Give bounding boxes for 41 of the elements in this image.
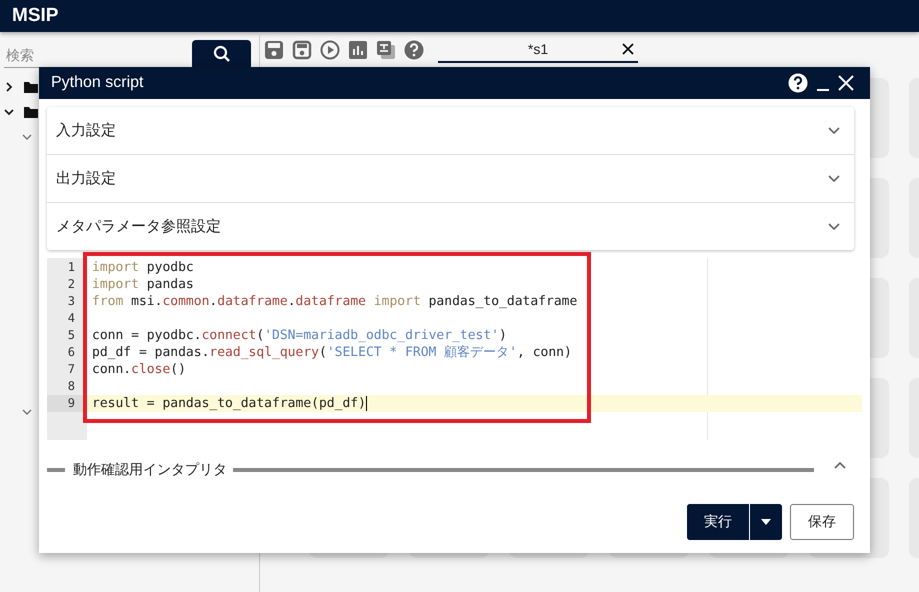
line-number: 3 <box>66 293 76 310</box>
section-title: 出力設定 <box>56 169 116 188</box>
chevron-down-icon[interactable] <box>4 106 14 116</box>
close-icon[interactable] <box>622 43 634 55</box>
search-icon <box>212 45 230 63</box>
chevron-up-icon[interactable] <box>834 461 846 469</box>
folder-icon <box>24 106 38 118</box>
chart-icon[interactable] <box>348 40 368 60</box>
code-line: import pandas <box>91 276 195 293</box>
caret-icon <box>761 519 771 525</box>
code-line: pd_df = pandas.read_sql_query('SELECT * FROM 顧客データ', conn) <box>91 344 573 361</box>
line-number: 8 <box>66 378 76 395</box>
line-number: 4 <box>66 310 76 327</box>
code-line: from msi.common.dataframe.dataframe import pandas_to_dataframe <box>91 293 578 310</box>
copy-icon[interactable] <box>376 40 396 60</box>
accordion-header[interactable]: 入力設定 <box>47 107 854 155</box>
play-icon[interactable] <box>320 40 340 60</box>
code-line: import pyodbc <box>91 259 195 276</box>
line-number: 6 <box>66 344 76 361</box>
section-title: メタパラメータ参照設定 <box>56 217 221 236</box>
line-number: 2 <box>66 276 76 293</box>
line-number: 5 <box>66 327 76 344</box>
folder-icon <box>24 80 38 92</box>
section-title: 入力設定 <box>56 121 116 140</box>
tab[interactable]: *s1 <box>438 37 638 63</box>
save-icon[interactable] <box>264 40 284 60</box>
dialog-title: Python script <box>51 74 144 92</box>
help-icon[interactable] <box>788 73 808 93</box>
accordion-header[interactable]: メタパラメータ参照設定 <box>47 203 854 250</box>
code-line: conn.close() <box>91 361 187 378</box>
run-button[interactable]: 実行 <box>687 504 750 540</box>
line-number: 1 <box>66 259 76 276</box>
line-number: 7 <box>66 361 76 378</box>
save-button[interactable]: 保存 <box>790 504 854 540</box>
search-button[interactable] <box>192 40 251 68</box>
save-as-icon[interactable] <box>292 40 312 60</box>
chevron-right-icon[interactable] <box>4 82 14 92</box>
interpreter-label: 動作確認用インタプリタ <box>72 461 228 479</box>
accordion-header[interactable]: 出力設定 <box>47 155 854 203</box>
app-title: MSIP <box>12 5 58 27</box>
code-line: conn = pyodbc.connect('DSN=mariadb_odbc_driver_test') <box>91 327 508 344</box>
